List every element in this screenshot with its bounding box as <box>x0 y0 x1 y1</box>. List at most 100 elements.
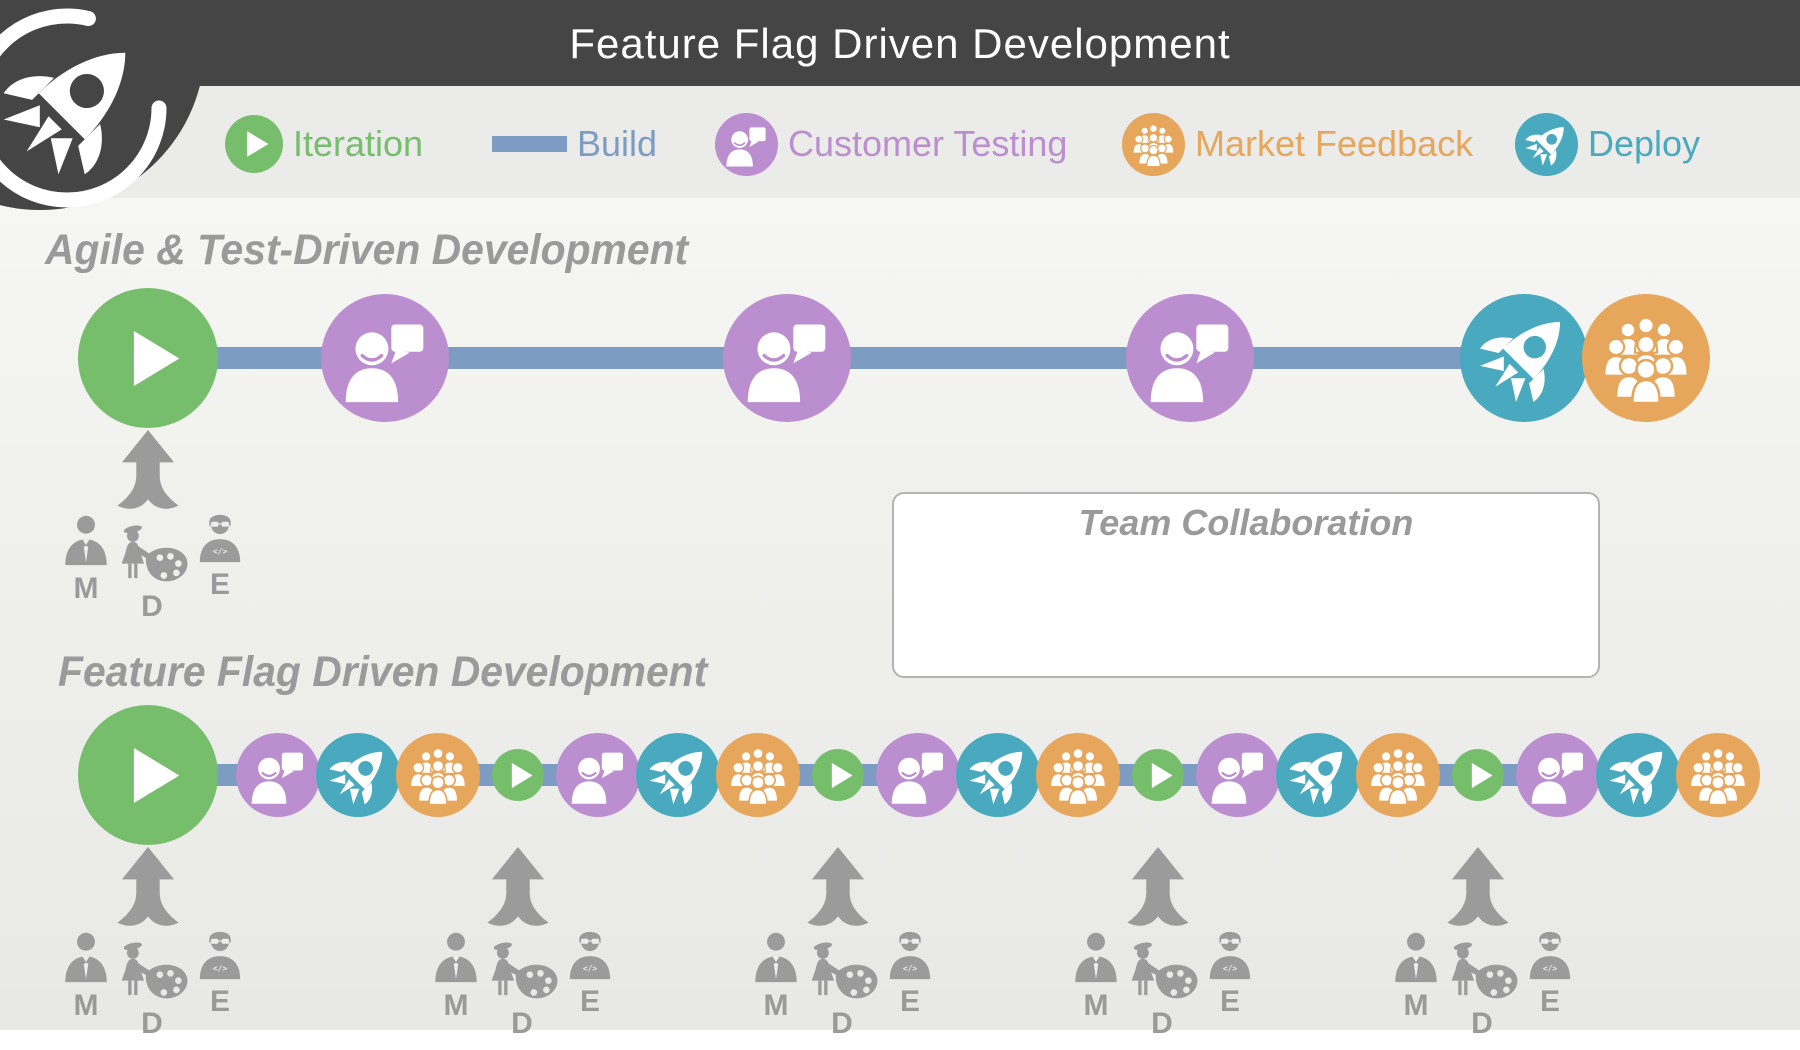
team-merge-arrow-icon <box>470 847 566 942</box>
node-iteration <box>812 749 864 801</box>
legend-label: Deploy <box>1588 123 1700 165</box>
rocket-icon <box>1515 113 1578 176</box>
customer-icon <box>739 310 836 407</box>
customer-icon <box>1142 310 1239 407</box>
customer-icon <box>1206 743 1270 807</box>
design-person-icon <box>482 941 562 1007</box>
node-deploy <box>1596 733 1680 817</box>
node-customer-testing <box>556 733 640 817</box>
engineering-person-icon <box>192 925 248 985</box>
team-merge-arrow-icon <box>100 847 196 942</box>
node-market-feedback <box>1582 294 1710 422</box>
crowd-icon <box>1122 113 1185 176</box>
play-icon <box>500 757 537 794</box>
node-deploy <box>1460 294 1588 422</box>
team-role-letter: D <box>141 592 163 622</box>
team-collaboration-box: Team Collaboration <box>892 492 1600 678</box>
node-market-feedback <box>1676 733 1760 817</box>
legend-label: Iteration <box>293 123 423 165</box>
team-role-letter: D <box>511 1009 533 1039</box>
marketing-person-icon <box>428 927 484 989</box>
team-input-design: D <box>112 941 192 1039</box>
node-customer-testing <box>1196 733 1280 817</box>
crowd-icon <box>1365 742 1431 808</box>
node-customer-testing <box>876 733 960 817</box>
team-role-letter: M <box>764 991 789 1021</box>
marketing-person-icon <box>1068 927 1124 989</box>
legend-item-market-feedback: Market Feedback <box>1122 112 1473 176</box>
play-icon <box>108 735 189 816</box>
node-market-feedback <box>1356 733 1440 817</box>
team-input-design: D <box>482 941 562 1039</box>
engineering-person-icon <box>1522 925 1578 985</box>
team-input-marketing: M <box>58 510 114 604</box>
team-input-design: D <box>802 941 882 1039</box>
node-deploy <box>956 733 1040 817</box>
marketing-person-icon <box>748 927 804 989</box>
team-input-engineering: E <box>1522 925 1578 1017</box>
page-title: Feature Flag Driven Development <box>0 0 1800 86</box>
rocket-icon <box>1285 742 1352 809</box>
team-role-letter: M <box>74 991 99 1021</box>
node-iteration <box>78 288 218 428</box>
team-input-marketing: M <box>1068 927 1124 1021</box>
team-role-letter: D <box>1471 1009 1493 1039</box>
node-deploy <box>1276 733 1360 817</box>
legend-item-iteration: Iteration <box>225 112 423 176</box>
node-iteration <box>1452 749 1504 801</box>
team-role-letter: E <box>900 987 920 1017</box>
engineering-person-icon <box>1202 925 1258 985</box>
logo-badge <box>0 0 205 210</box>
team-role-letter: M <box>1084 991 1109 1021</box>
team-collaboration-title: Team Collaboration <box>894 502 1598 544</box>
node-market-feedback <box>1036 733 1120 817</box>
infographic-canvas: Feature Flag Driven Development Iteratio… <box>0 0 1800 1050</box>
engineering-person-icon <box>192 508 248 568</box>
customer-icon <box>337 310 434 407</box>
node-market-feedback <box>716 733 800 817</box>
team-merge-arrow-icon <box>790 847 886 942</box>
legend-item-deploy: Deploy <box>1515 112 1700 176</box>
node-deploy <box>316 733 400 817</box>
legend-label: Market Feedback <box>1195 123 1473 165</box>
team-role-letter: E <box>210 987 230 1017</box>
node-iteration <box>78 705 218 845</box>
node-customer-testing <box>1516 733 1600 817</box>
team-input-marketing: M <box>428 927 484 1021</box>
play-icon <box>1140 757 1177 794</box>
rocket-icon <box>965 742 1032 809</box>
team-role-letter: E <box>580 987 600 1017</box>
rocket-icon <box>1605 742 1672 809</box>
design-person-icon <box>802 941 882 1007</box>
design-person-icon <box>1122 941 1202 1007</box>
node-iteration <box>492 749 544 801</box>
design-person-icon <box>112 524 192 590</box>
engineering-person-icon <box>562 925 618 985</box>
customer-icon <box>715 113 778 176</box>
build-bar <box>492 136 567 152</box>
team-input-engineering: E <box>882 925 938 1017</box>
team-role-letter: M <box>1404 991 1429 1021</box>
rocket-icon <box>325 742 392 809</box>
customer-icon <box>246 743 310 807</box>
marketing-person-icon <box>1388 927 1444 989</box>
team-input-design: D <box>1122 941 1202 1039</box>
rocket-logo-icon <box>0 0 205 210</box>
team-input-marketing: M <box>58 927 114 1021</box>
play-icon <box>1460 757 1497 794</box>
team-merge-arrow-icon <box>1110 847 1206 942</box>
team-merge-arrow-icon <box>1430 847 1526 942</box>
node-customer-testing <box>236 733 320 817</box>
team-input-design: D <box>1442 941 1522 1039</box>
legend-item-customer-testing: Customer Testing <box>715 112 1067 176</box>
customer-icon <box>566 743 630 807</box>
engineering-person-icon <box>882 925 938 985</box>
team-role-letter: M <box>74 574 99 604</box>
legend-item-build: Build <box>492 112 657 176</box>
team-input-engineering: E <box>1202 925 1258 1017</box>
rocket-icon <box>1473 307 1575 409</box>
crowd-icon <box>405 742 471 808</box>
play-icon <box>225 115 283 173</box>
team-input-marketing: M <box>1388 927 1444 1021</box>
crowd-icon <box>1596 308 1696 408</box>
